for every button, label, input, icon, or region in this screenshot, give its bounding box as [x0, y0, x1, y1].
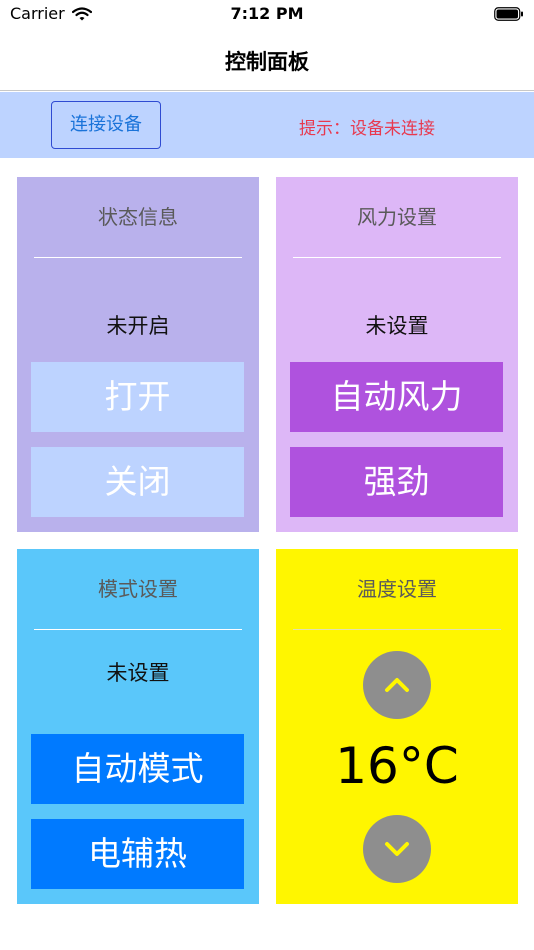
strong-wind-button[interactable]: 强劲	[290, 447, 503, 517]
temperature-panel-divider	[293, 629, 501, 630]
auto-mode-button[interactable]: 自动模式	[31, 734, 244, 804]
status-panel: 状态信息 未开启 打开 关闭	[17, 177, 259, 532]
status-bar: Carrier 7:12 PM	[0, 0, 534, 30]
temperature-panel: 温度设置 16°C	[276, 549, 518, 904]
connection-hint: 提示：设备未连接	[299, 119, 435, 139]
electric-heat-button[interactable]: 电辅热	[31, 819, 244, 889]
mode-value: 未设置	[106, 661, 170, 685]
wind-panel-title: 风力设置	[357, 205, 437, 229]
navigation-bar: 控制面板	[0, 30, 534, 91]
status-value: 未开启	[106, 314, 170, 338]
status-time: 7:12 PM	[230, 4, 304, 23]
temperature-panel-title: 温度设置	[357, 577, 437, 601]
mode-panel-title: 模式设置	[98, 577, 178, 601]
power-on-button[interactable]: 打开	[31, 362, 244, 432]
connection-bar: 连接设备 提示：设备未连接	[0, 92, 534, 158]
page-title: 控制面板	[225, 50, 309, 74]
wind-value: 未设置	[365, 314, 429, 338]
auto-wind-button[interactable]: 自动风力	[290, 362, 503, 432]
temperature-value: 16°C	[335, 737, 459, 795]
mode-panel-divider	[34, 629, 242, 630]
power-off-button[interactable]: 关闭	[31, 447, 244, 517]
wind-panel-divider	[293, 257, 501, 258]
temperature-up-button[interactable]	[363, 651, 431, 719]
connect-device-button[interactable]: 连接设备	[51, 101, 161, 149]
battery-icon	[494, 6, 524, 21]
status-panel-title: 状态信息	[98, 205, 178, 229]
chevron-up-icon	[385, 678, 409, 692]
mode-panel: 模式设置 未设置 自动模式 电辅热	[17, 549, 259, 904]
status-panel-divider	[34, 257, 242, 258]
temperature-down-button[interactable]	[363, 815, 431, 883]
wind-panel: 风力设置 未设置 自动风力 强劲	[276, 177, 518, 532]
chevron-down-icon	[385, 842, 409, 856]
